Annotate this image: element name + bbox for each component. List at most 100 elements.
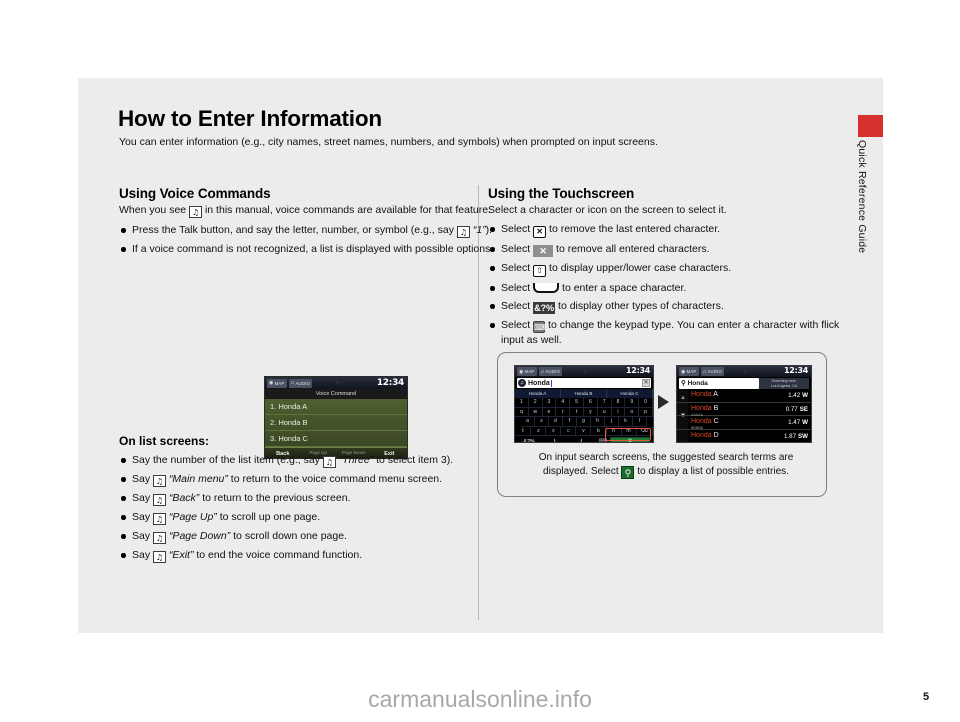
- bullet-pre: Select: [501, 262, 531, 274]
- distance-value: 1.47: [788, 419, 801, 426]
- list-item[interactable]: 1. Honda A: [265, 399, 407, 415]
- clock: 12:34: [376, 378, 404, 388]
- voice-commands-lead: When you see ♫ in this manual, voice com…: [119, 203, 504, 218]
- audio-chip[interactable]: ♫ AUDIO: [538, 367, 563, 376]
- key[interactable]: g: [577, 417, 591, 427]
- audio-chip-label: AUDIO: [707, 369, 723, 374]
- bullet-pre: Say the number of the list item (e.g., s…: [132, 454, 320, 466]
- key[interactable]: t: [570, 407, 584, 418]
- suggestion-item[interactable]: Honda C: [607, 389, 653, 398]
- key[interactable]: 1: [515, 398, 529, 408]
- text-caret: [550, 379, 552, 387]
- key[interactable]: 3: [542, 398, 557, 408]
- list-item: Press the Talk button, and say the lette…: [119, 223, 504, 238]
- key[interactable]: 8: [611, 398, 626, 408]
- suggestions-bar: Honda A Honda B Honda C: [515, 389, 653, 398]
- search-input-value: Honda: [528, 379, 550, 387]
- key[interactable]: p: [639, 407, 653, 418]
- status-bar: ◉ MAP ♫ AUDIO ○ 12:34: [515, 366, 653, 377]
- key[interactable]: q: [515, 407, 529, 418]
- suggestion-item[interactable]: Honda A: [515, 389, 561, 398]
- results-search-value: Honda: [687, 380, 708, 387]
- key[interactable]: w: [528, 407, 543, 418]
- status-dot-icon: ○: [744, 368, 748, 375]
- audio-chip[interactable]: ♫ AUDIO: [700, 367, 725, 376]
- key[interactable]: 7: [597, 398, 612, 408]
- talk-icon: ♫: [456, 226, 470, 238]
- key[interactable]: z: [531, 426, 547, 437]
- list-item: Select to enter a space character.: [488, 281, 848, 295]
- key[interactable]: e: [542, 407, 557, 418]
- symbols-icon: &?%: [533, 302, 556, 314]
- key[interactable]: j: [605, 417, 619, 427]
- voice-command-title: Voice Command: [265, 389, 407, 399]
- delete-char-icon: ✕: [533, 226, 547, 238]
- space-key[interactable]: [554, 439, 582, 442]
- talk-icon: ♫: [153, 551, 167, 563]
- bullet-post: to end the voice command function.: [196, 549, 363, 561]
- audio-chip-label: AUDIO: [295, 380, 311, 386]
- bullet-pre: Select: [501, 282, 531, 294]
- list-item[interactable]: 2. Honda B: [265, 415, 407, 431]
- map-chip-label: MAP: [686, 369, 697, 374]
- list-item: Say ♫ “Back” to return to the previous s…: [119, 491, 504, 506]
- key[interactable]: 9: [625, 398, 640, 408]
- talk-icon: ♫: [153, 513, 167, 525]
- key[interactable]: y: [583, 407, 598, 418]
- table-row[interactable]: Honda A 1.42 W: [677, 389, 811, 403]
- key[interactable]: x: [546, 426, 562, 437]
- distance-direction: W: [802, 392, 808, 399]
- lead-text-after: in this manual, voice commands are avail…: [204, 204, 491, 216]
- on-list-screens-bullets: Say the number of the list item (e.g., s…: [119, 453, 504, 563]
- bullet-pre: Select: [501, 300, 531, 312]
- bullet-pre: Say: [132, 549, 151, 561]
- map-chip[interactable]: ◉ MAP: [679, 367, 699, 376]
- map-chip[interactable]: ◉ MAP: [267, 378, 287, 388]
- key[interactable]: 0: [639, 398, 653, 408]
- key[interactable]: v: [576, 426, 592, 437]
- music-note-icon: ♫: [290, 380, 295, 386]
- key[interactable]: 6: [583, 398, 598, 408]
- key[interactable]: l: [633, 417, 647, 427]
- info-box-caption: On input search screens, the suggested s…: [526, 451, 806, 479]
- key[interactable]: u: [597, 407, 612, 418]
- key[interactable]: f: [563, 417, 577, 427]
- results-search-field[interactable]: ⚲ Honda: [679, 378, 759, 389]
- bullet-quote: “Back”: [168, 492, 200, 504]
- key[interactable]: c: [561, 426, 577, 437]
- table-row[interactable]: Honda D 1.87 SW: [677, 430, 811, 443]
- suggestion-item[interactable]: Honda B: [561, 389, 607, 398]
- key[interactable]: r: [556, 407, 571, 418]
- key[interactable]: h: [591, 417, 605, 427]
- right-column: Using the Touchscreen Select a character…: [488, 186, 848, 351]
- key[interactable]: 4: [556, 398, 571, 408]
- key[interactable]: k: [619, 417, 633, 427]
- key[interactable]: d: [549, 417, 563, 427]
- map-chip-label: MAP: [274, 380, 285, 386]
- shift-key[interactable]: ⇧: [515, 426, 532, 437]
- caption-line-a: On input search screens, the suggested s…: [538, 452, 794, 463]
- flow-arrow-icon: [658, 395, 669, 409]
- key[interactable]: 5: [570, 398, 584, 408]
- key[interactable]: a: [521, 417, 535, 427]
- key[interactable]: o: [625, 407, 640, 418]
- key[interactable]: s: [535, 417, 549, 427]
- clear-input-icon[interactable]: ✕: [642, 379, 650, 387]
- bullet-post: to return to the previous screen.: [202, 492, 351, 504]
- key[interactable]: i: [611, 407, 626, 418]
- voice-mic-icon[interactable]: ♫: [518, 379, 526, 387]
- bullet-post: to scroll up one page.: [219, 511, 321, 523]
- symbols-key[interactable]: &?%: [518, 439, 540, 442]
- search-input[interactable]: ♫ Honda ✕: [517, 378, 651, 388]
- search-button-highlight: [605, 428, 651, 441]
- keypad-type-icon: ⌨: [533, 321, 546, 333]
- left-column: Using Voice Commands When you see ♫ in t…: [119, 186, 504, 567]
- map-chip[interactable]: ◉ MAP: [517, 367, 537, 376]
- table-row[interactable]: Honda B AAAAA 0.77 SE: [677, 403, 811, 417]
- list-item[interactable]: 3. Honda C: [265, 431, 407, 447]
- key[interactable]: 2: [528, 398, 543, 408]
- chapter-label: Quick Reference Guide: [856, 140, 868, 254]
- table-row[interactable]: Honda C BBBBB 1.47 W: [677, 416, 811, 430]
- bullet-quote: “Page Down”: [168, 530, 231, 542]
- audio-chip[interactable]: ♫ AUDIO: [288, 378, 313, 388]
